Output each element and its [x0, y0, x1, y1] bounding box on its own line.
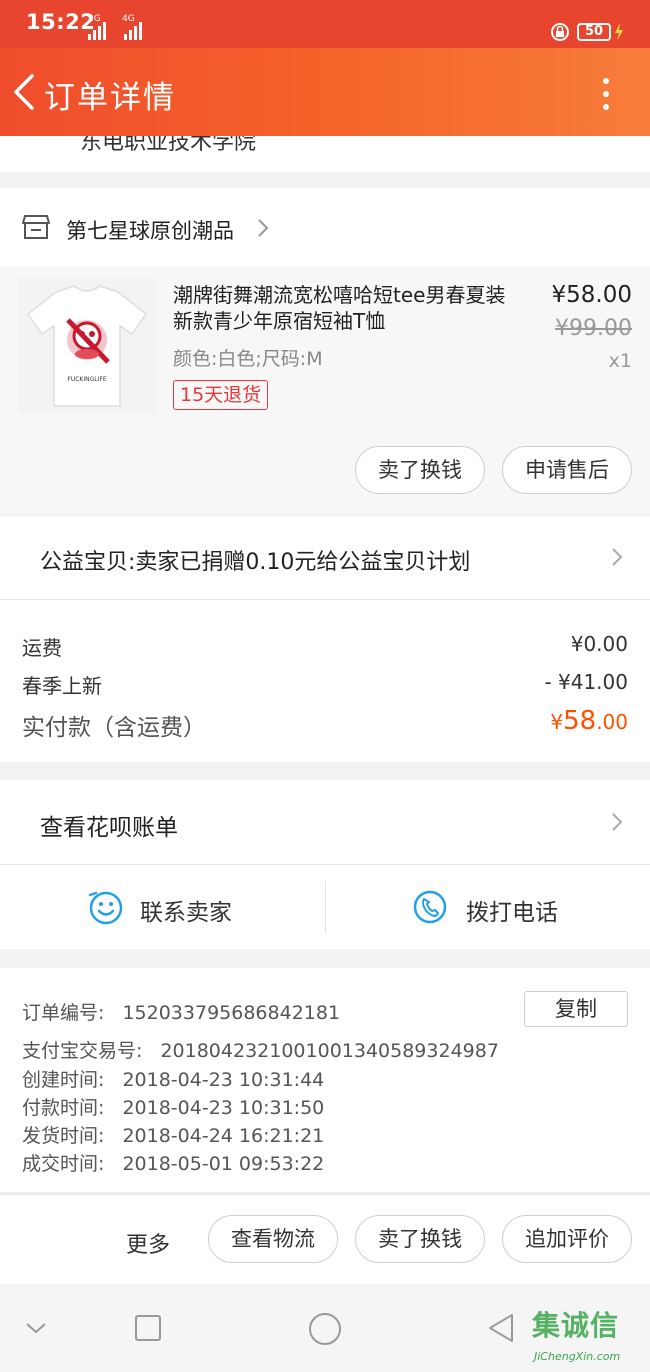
view-logistics-button[interactable]: 查看物流: [208, 1215, 338, 1263]
discount-label: 春季上新: [22, 674, 102, 698]
shop-row[interactable]: 第七星球原创潮品: [0, 188, 650, 266]
back-arrow-icon[interactable]: [10, 72, 40, 112]
phone-icon: [413, 890, 447, 924]
order-info-card: 订单编号: 152033795686842181 复制 支付宝交易号: 2018…: [0, 968, 650, 1192]
signal-icon-2: [124, 22, 148, 40]
product-price: ¥58.00: [551, 282, 632, 308]
contact-seller-label: 联系卖家: [140, 900, 232, 926]
created-time-value: 2018-04-23 10:31:44: [122, 1069, 325, 1091]
discount-value: - ¥41.00: [544, 670, 628, 694]
watermark-logo: 集诚信 JiChengXin.com: [532, 1296, 650, 1372]
order-number-value: 152033795686842181: [122, 1002, 341, 1024]
product-image[interactable]: FUCKINGLIFE: [18, 278, 156, 414]
order-number-label: 订单编号:: [22, 1002, 105, 1024]
shop-name: 第七星球原创潮品: [66, 219, 234, 243]
huabei-bill-row[interactable]: 查看花呗账单: [0, 780, 650, 864]
add-review-button[interactable]: 追加评价: [502, 1215, 632, 1263]
chevron-right-icon: [612, 548, 623, 566]
created-time-row: 创建时间: 2018-04-23 10:31:44: [22, 1065, 324, 1092]
sell-for-cash-button[interactable]: 卖了换钱: [355, 446, 485, 494]
paid-time-label: 付款时间:: [22, 1097, 105, 1119]
shipping-fee-value: ¥0.00: [570, 632, 628, 656]
back-triangle-icon[interactable]: [486, 1312, 516, 1344]
chat-smile-icon: [88, 891, 123, 925]
more-menu-icon[interactable]: [596, 74, 616, 114]
product-image-print: FUCKINGLIFE: [67, 376, 107, 383]
completed-time-value: 2018-05-01 09:53:22: [122, 1153, 325, 1175]
paid-amount-label: 实付款（含运费）: [22, 715, 206, 741]
chevron-right-icon: [258, 219, 269, 237]
shipped-time-row: 发货时间: 2018-04-24 16:21:21: [22, 1121, 324, 1148]
shipped-time-value: 2018-04-24 16:21:21: [122, 1125, 325, 1147]
charity-row[interactable]: 公益宝贝:卖家已捐赠0.10元给公益宝贝计划: [0, 516, 650, 600]
paid-time-value: 2018-04-23 10:31:50: [122, 1097, 325, 1119]
address-text: 东电职业技术学院: [80, 136, 257, 155]
call-phone-label: 拨打电话: [466, 900, 558, 926]
contact-bar: 联系卖家 拨打电话: [0, 865, 650, 949]
page-title: 订单详情: [44, 80, 176, 116]
product-spec: 颜色:白色;尺码:M: [173, 348, 323, 370]
copy-order-number-button[interactable]: 复制: [524, 991, 628, 1027]
fee-summary: 运费 ¥0.00 春季上新 - ¥41.00 实付款（含运费） ¥58.00: [0, 600, 650, 762]
status-bar: 15:22 2G 4G 50: [0, 0, 650, 48]
product-card[interactable]: FUCKINGLIFE 潮牌街舞潮流宽松嘻哈短tee男春夏装新款青少年原宿短袖T…: [0, 266, 650, 514]
shop-icon: [22, 215, 50, 239]
more-actions-button[interactable]: 更多: [126, 1227, 170, 1259]
battery-indicator: 50: [577, 23, 611, 41]
huabei-bill-text: 查看花呗账单: [40, 815, 178, 841]
paid-amount-value: ¥58.00: [550, 706, 628, 736]
sell-for-cash-bottom-button[interactable]: 卖了换钱: [355, 1215, 485, 1263]
tshirt-icon: [26, 285, 148, 407]
home-icon[interactable]: [308, 1312, 342, 1346]
product-title[interactable]: 潮牌街舞潮流宽松嘻哈短tee男春夏装新款青少年原宿短袖T恤: [173, 282, 525, 334]
shipped-time-label: 发货时间:: [22, 1125, 105, 1147]
app-header: 订单详情: [0, 48, 650, 136]
watermark-brand: 集诚信: [532, 1309, 620, 1342]
product-original-price: ¥99.00: [555, 316, 632, 341]
paid-integer: 58: [563, 706, 597, 736]
completed-time-label: 成交时间:: [22, 1153, 105, 1175]
charging-icon: [615, 23, 623, 41]
charity-text: 公益宝贝:卖家已捐赠0.10元给公益宝贝计划: [40, 550, 471, 575]
completed-time-row: 成交时间: 2018-05-01 09:53:22: [22, 1149, 324, 1176]
created-time-label: 创建时间:: [22, 1069, 105, 1091]
paid-currency: ¥: [550, 710, 564, 734]
recent-apps-icon[interactable]: [134, 1314, 162, 1342]
shipping-fee-label: 运费: [22, 636, 62, 660]
status-time: 15:22: [26, 10, 96, 34]
system-nav-bar: 集诚信 JiChengXin.com: [0, 1284, 650, 1372]
chevron-down-icon[interactable]: [24, 1320, 48, 1336]
alipay-trade-label: 支付宝交易号:: [22, 1040, 143, 1062]
paid-decimal: .00: [596, 710, 628, 734]
alipay-trade-value: 2018042321001001340589324987: [160, 1040, 499, 1062]
watermark-url: JiChengXin.com: [534, 1350, 621, 1363]
chevron-right-icon: [612, 813, 623, 831]
signal-icon: [88, 22, 112, 40]
contact-seller-button[interactable]: 联系卖家: [0, 865, 325, 949]
return-policy-tag: 15天退货: [173, 380, 269, 410]
bottom-action-bar: 更多 查看物流 卖了换钱 追加评价: [0, 1194, 650, 1284]
order-number-row: 订单编号: 152033795686842181: [22, 998, 340, 1025]
paid-time-row: 付款时间: 2018-04-23 10:31:50: [22, 1093, 324, 1120]
product-quantity: x1: [608, 350, 632, 372]
after-sale-button[interactable]: 申请售后: [502, 446, 632, 494]
address-card: 东电职业技术学院: [0, 136, 650, 172]
alipay-trade-row: 支付宝交易号: 2018042321001001340589324987: [22, 1036, 499, 1063]
lock-rotation-icon: [551, 23, 569, 41]
call-phone-button[interactable]: 拨打电话: [326, 865, 650, 949]
